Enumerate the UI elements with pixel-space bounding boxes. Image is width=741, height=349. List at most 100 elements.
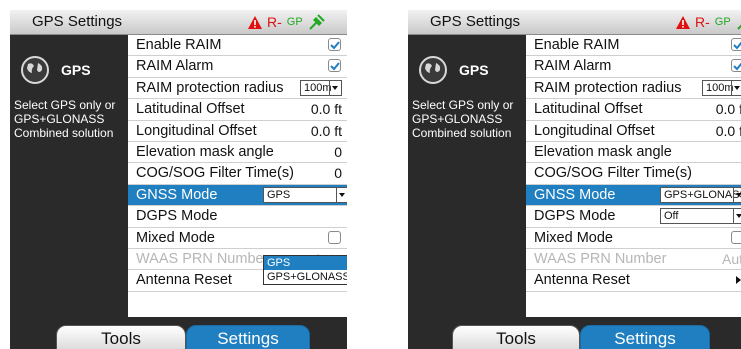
- setting-label: COG/SOG Filter Time(s): [534, 165, 692, 182]
- setting-longitudinal-offset[interactable]: Longitudinal Offset 0.0 f: [526, 121, 741, 142]
- raim-alarm-checkbox[interactable]: [731, 59, 741, 73]
- setting-label: Antenna Reset: [534, 272, 630, 289]
- checkbox-check-icon: [733, 41, 741, 50]
- window-title: GPS Settings: [430, 13, 521, 30]
- setting-raim-protection-radius[interactable]: RAIM protection radius 100m: [128, 78, 347, 100]
- setting-value: 0.0 f: [715, 122, 741, 139]
- checkbox-check-icon: [330, 41, 340, 50]
- gps-indicator: GP: [714, 16, 731, 28]
- bottom-tab-bar: Tools Settings: [408, 317, 741, 349]
- setting-value: 0: [334, 165, 342, 182]
- setting-label: WAAS PRN Number: [136, 250, 269, 267]
- gnss-mode-options-popup: GPS GPS+GLONASS: [263, 255, 347, 285]
- setting-dgps-mode[interactable]: DGPS Mode Off: [526, 206, 741, 228]
- setting-label: Enable RAIM: [534, 37, 620, 53]
- setting-enable-raim[interactable]: Enable RAIM: [128, 35, 347, 57]
- setting-elevation-mask-angle[interactable]: Elevation mask angle: [526, 142, 741, 164]
- warning-icon[interactable]: [676, 15, 690, 29]
- dropdown-value: GPS: [267, 188, 291, 201]
- setting-label: Latitudinal Offset: [136, 101, 245, 118]
- gps-indicator: GP: [286, 16, 303, 28]
- setting-label: RAIM protection radius: [136, 79, 284, 96]
- status-area: R- GP: [676, 12, 741, 32]
- setting-gnss-mode[interactable]: GNSS Mode GPS: [128, 184, 347, 207]
- option-gps[interactable]: GPS: [264, 256, 347, 270]
- info-panel: GPS Select GPS only or GPS+GLONASS Combi…: [10, 35, 128, 317]
- tab-settings[interactable]: Settings: [186, 325, 310, 349]
- gnss-mode-dropdown[interactable]: GPS+GLONASS: [660, 186, 741, 203]
- setting-mixed-mode[interactable]: Mixed Mode: [526, 228, 741, 249]
- gps-settings-screen-b: GPS Settings R- GP GPS Select GPS only o…: [408, 10, 741, 349]
- setting-label: Mixed Mode: [534, 229, 613, 246]
- raim-radius-dropdown[interactable]: 100m: [702, 79, 741, 96]
- setting-value: 0.0 f: [715, 101, 741, 118]
- dropdown-arrow-icon: [733, 187, 741, 202]
- setting-gnss-mode[interactable]: GNSS Mode GPS+GLONASS: [526, 184, 741, 207]
- setting-value: 0: [334, 143, 342, 160]
- status-area: R- GP: [248, 12, 326, 32]
- setting-label: Elevation mask angle: [534, 143, 672, 160]
- tab-tools[interactable]: Tools: [56, 325, 186, 349]
- setting-label: WAAS PRN Number: [534, 250, 667, 267]
- setting-raim-protection-radius[interactable]: RAIM protection radius 100m: [526, 78, 741, 100]
- setting-enable-raim[interactable]: Enable RAIM: [526, 35, 741, 57]
- setting-label: DGPS Mode: [136, 208, 218, 225]
- panel-description: Select GPS only or GPS+GLONASS Combined …: [14, 98, 116, 140]
- setting-cog-sog-filter[interactable]: COG/SOG Filter Time(s): [526, 163, 741, 185]
- setting-latitudinal-offset[interactable]: Latitudinal Offset 0.0 f: [526, 99, 741, 121]
- setting-label: RAIM Alarm: [136, 58, 214, 75]
- setting-longitudinal-offset[interactable]: Longitudinal Offset 0.0 ft: [128, 121, 347, 142]
- settings-list: Enable RAIM RAIM Alarm RAIM protection r…: [526, 35, 741, 317]
- setting-mixed-mode[interactable]: Mixed Mode: [128, 228, 347, 249]
- globe-icon: [21, 56, 49, 84]
- enable-raim-checkbox[interactable]: [731, 38, 741, 51]
- alarm-indicator[interactable]: R-: [267, 14, 282, 30]
- mixed-mode-checkbox[interactable]: [731, 230, 741, 244]
- dropdown-value: 100m: [706, 81, 734, 94]
- setting-label: Longitudinal Offset: [534, 122, 655, 139]
- tab-settings[interactable]: Settings: [580, 325, 710, 349]
- setting-label: Antenna Reset: [136, 272, 232, 289]
- checkbox-check-icon: [733, 63, 741, 71]
- setting-elevation-mask-angle[interactable]: Elevation mask angle 0: [128, 142, 347, 164]
- setting-label: Elevation mask angle: [136, 143, 274, 160]
- panel-heading: GPS: [61, 62, 91, 78]
- bottom-tab-bar: Tools Settings: [10, 317, 347, 349]
- setting-raim-alarm[interactable]: RAIM Alarm: [526, 56, 741, 78]
- warning-icon[interactable]: [248, 15, 262, 29]
- enable-raim-checkbox[interactable]: [328, 38, 341, 51]
- dropdown-arrow-icon: [329, 80, 341, 95]
- gnss-mode-dropdown[interactable]: GPS: [263, 186, 347, 203]
- raim-radius-dropdown[interactable]: 100m: [300, 79, 342, 96]
- info-panel: GPS Select GPS only or GPS+GLONASS Combi…: [408, 35, 526, 317]
- setting-label: RAIM protection radius: [534, 79, 682, 96]
- window-title: GPS Settings: [32, 13, 123, 30]
- setting-label: GNSS Mode: [534, 186, 616, 203]
- setting-label: Enable RAIM: [136, 37, 222, 53]
- dgps-mode-dropdown[interactable]: Off: [660, 208, 741, 225]
- dropdown-arrow-icon: [336, 187, 347, 202]
- setting-antenna-reset[interactable]: Antenna Reset: [526, 270, 741, 292]
- panel-heading: GPS: [459, 62, 489, 78]
- dropdown-value: Off: [664, 210, 679, 223]
- setting-label: COG/SOG Filter Time(s): [136, 165, 294, 182]
- title-bar: GPS Settings R- GP: [10, 10, 347, 35]
- settings-list: Enable RAIM RAIM Alarm RAIM protection r…: [128, 35, 347, 317]
- setting-label: RAIM Alarm: [534, 58, 612, 75]
- mixed-mode-checkbox[interactable]: [328, 230, 341, 244]
- setting-label: DGPS Mode: [534, 208, 616, 225]
- satellite-icon: [736, 19, 741, 30]
- setting-dgps-mode[interactable]: DGPS Mode: [128, 206, 347, 228]
- setting-label: Longitudinal Offset: [136, 122, 257, 139]
- setting-waas-prn-number: WAAS PRN Number Aut: [526, 249, 741, 271]
- alarm-indicator[interactable]: R-: [695, 14, 710, 30]
- option-gps-glonass[interactable]: GPS+GLONASS: [264, 270, 347, 284]
- tab-tools[interactable]: Tools: [452, 325, 580, 349]
- dropdown-value: GPS+GLONASS: [664, 188, 741, 201]
- setting-latitudinal-offset[interactable]: Latitudinal Offset 0.0 ft: [128, 99, 347, 121]
- setting-cog-sog-filter[interactable]: COG/SOG Filter Time(s) 0: [128, 163, 347, 185]
- raim-alarm-checkbox[interactable]: [328, 59, 341, 73]
- title-bar: GPS Settings R- GP: [408, 10, 741, 35]
- setting-raim-alarm[interactable]: RAIM Alarm: [128, 56, 347, 78]
- setting-label: Latitudinal Offset: [534, 101, 643, 118]
